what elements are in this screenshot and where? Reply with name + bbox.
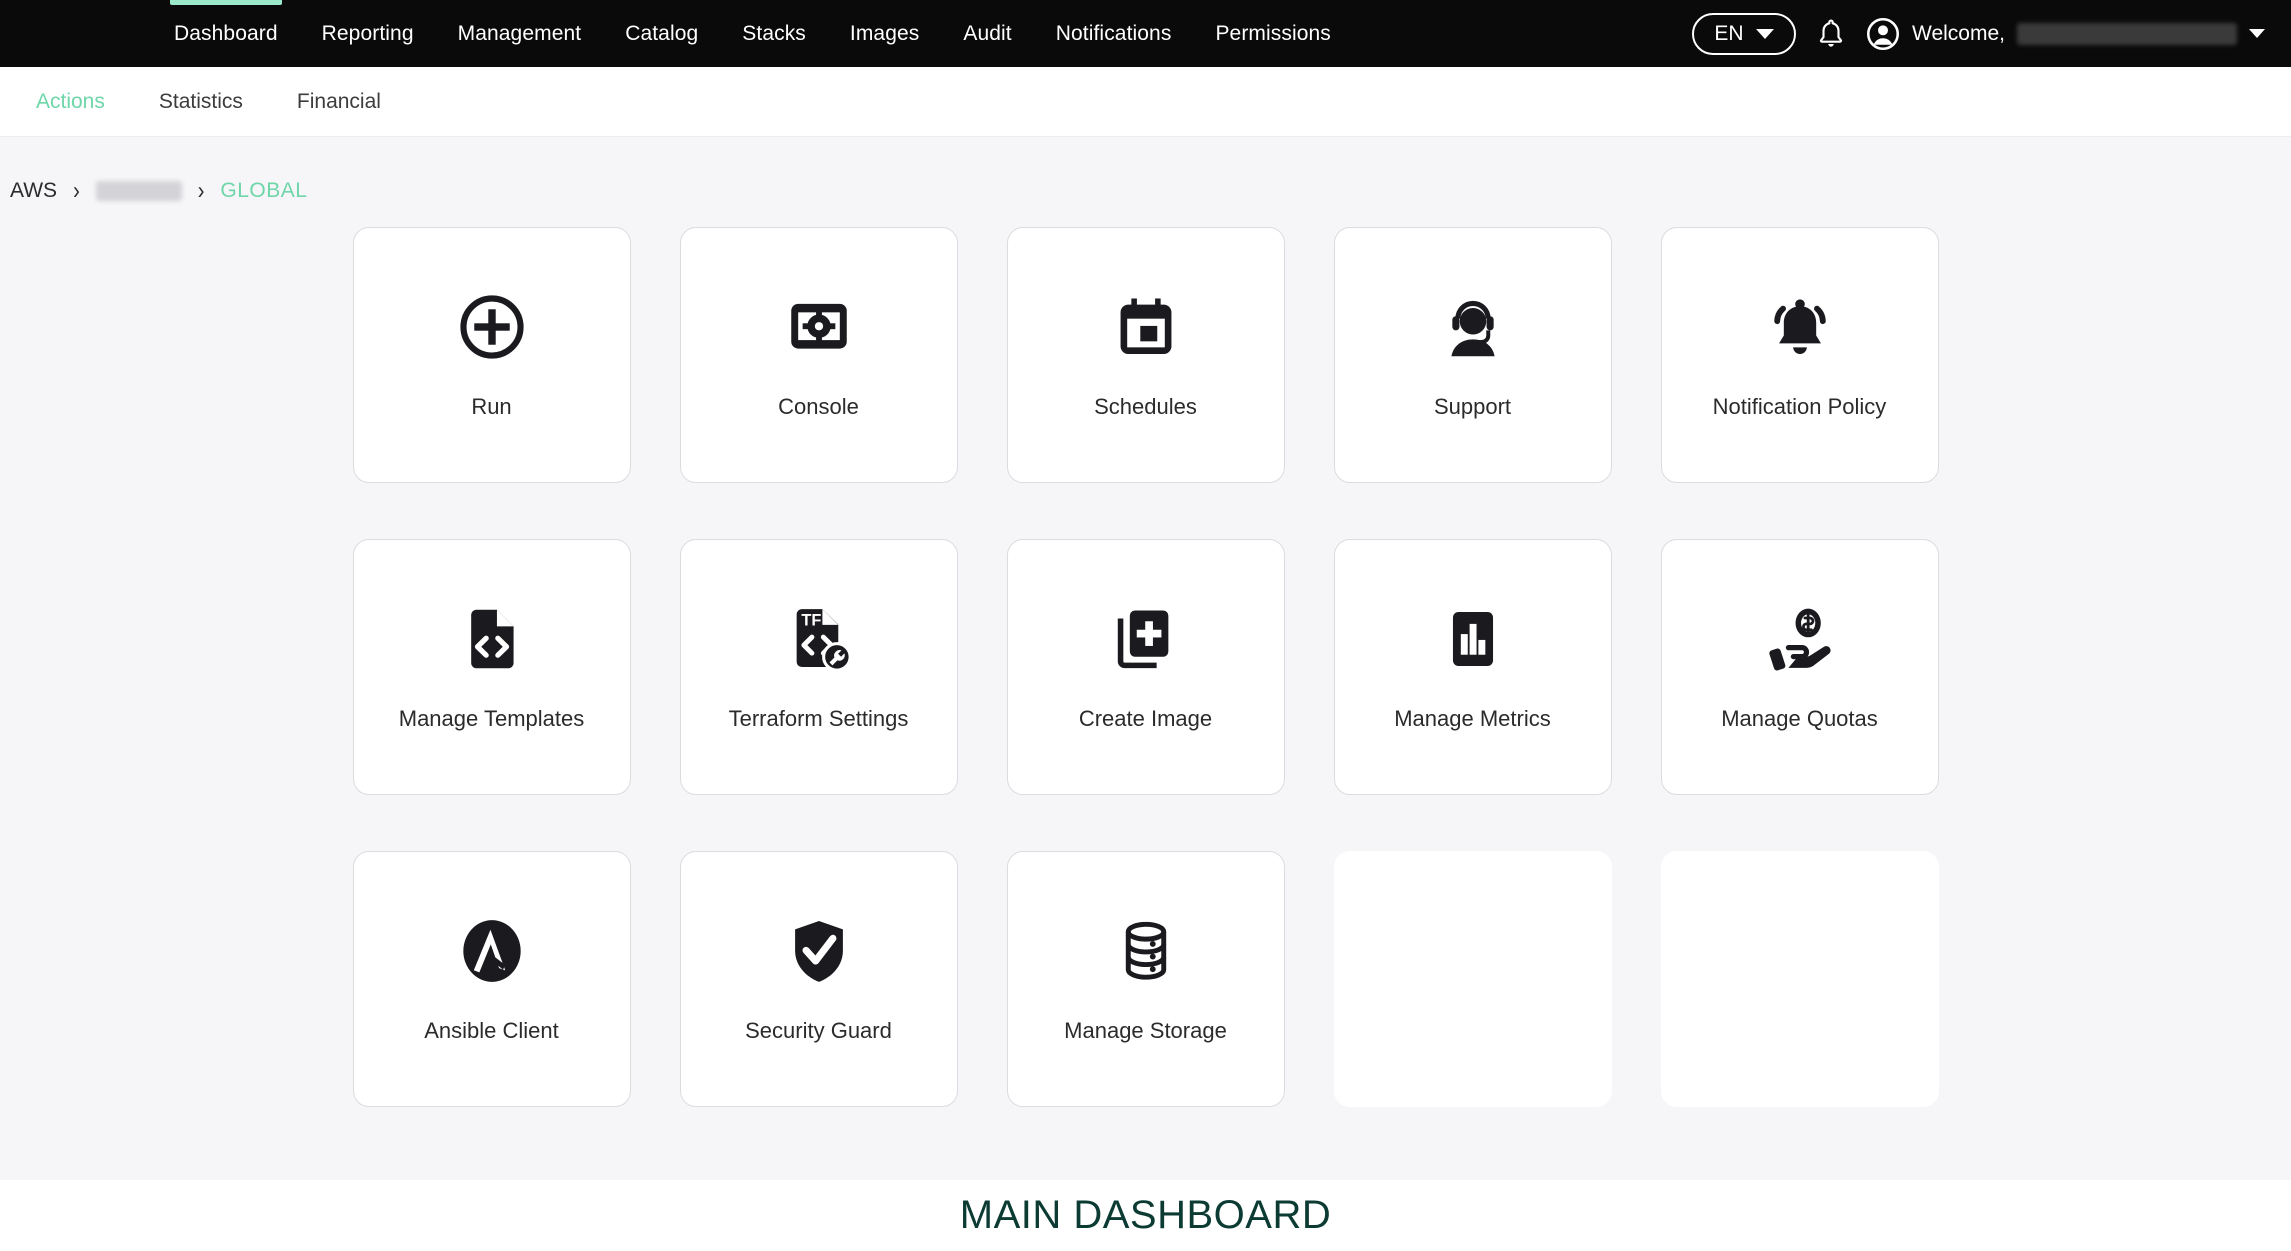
page-caption: MAIN DASHBOARD bbox=[0, 1180, 2291, 1251]
language-selector[interactable]: EN bbox=[1692, 12, 1797, 55]
chevron-down-icon bbox=[1755, 28, 1774, 39]
top-nav-item-label: Notifications bbox=[1055, 21, 1172, 45]
top-nav-item-label: Images bbox=[849, 21, 920, 45]
dashboard-card-run[interactable]: Run bbox=[352, 227, 631, 483]
breadcrumb: AWS › › GLOBAL bbox=[0, 137, 2291, 205]
headset-agent-icon bbox=[1436, 290, 1510, 364]
top-nav-item-stacks[interactable]: Stacks bbox=[720, 0, 828, 67]
breadcrumb-separator: › bbox=[73, 176, 80, 205]
dashboard-card-manage-metrics[interactable]: Manage Metrics bbox=[1333, 539, 1612, 795]
ringing-bell-icon bbox=[1763, 290, 1837, 364]
user-name-redacted bbox=[2017, 22, 2237, 45]
chevron-down-icon bbox=[2249, 29, 2265, 38]
dashboard-card-schedules[interactable]: Schedules bbox=[1006, 227, 1285, 483]
top-nav-item-dashboard[interactable]: Dashboard bbox=[152, 0, 300, 67]
dashboard-card-label: Support bbox=[1433, 394, 1512, 419]
dashboard-card-label: Ansible Client bbox=[424, 1018, 559, 1043]
svg-text:TF: TF bbox=[801, 611, 821, 629]
dashboard-card-label: Security Guard bbox=[745, 1018, 892, 1043]
dashboard-card-label: Manage Metrics bbox=[1394, 706, 1551, 731]
code-file-icon bbox=[455, 602, 529, 676]
top-nav-item-label: Management bbox=[457, 21, 582, 45]
top-nav-item-label: Stacks bbox=[742, 21, 806, 45]
database-stack-icon bbox=[1109, 914, 1183, 988]
top-nav-right-controls: EN Welcome, bbox=[1692, 12, 2291, 55]
bar-chart-icon bbox=[1436, 602, 1510, 676]
top-nav-links: Dashboard Reporting Management Catalog Stack… bbox=[152, 0, 1353, 67]
dashboard-card-label: Notification Policy bbox=[1712, 394, 1887, 419]
dashboard-card-support[interactable]: Support bbox=[1333, 227, 1612, 483]
dashboard-card-manage-storage[interactable]: Manage Storage bbox=[1006, 851, 1285, 1107]
top-nav-item-images[interactable]: Images bbox=[828, 0, 941, 67]
dashboard-card-empty bbox=[1660, 851, 1939, 1107]
dashboard-card-label: Manage Templates bbox=[398, 706, 585, 731]
plus-circle-icon bbox=[455, 290, 529, 364]
top-nav-item-label: Audit bbox=[963, 21, 1012, 45]
dashboard-card-ansible-client[interactable]: Ansible Client bbox=[352, 851, 631, 1107]
dashboard-card-manage-quotas[interactable]: Manage Quotas bbox=[1660, 539, 1939, 795]
dashboard-card-label: Create Image bbox=[1078, 706, 1213, 731]
top-nav-item-management[interactable]: Management bbox=[436, 0, 604, 67]
dashboard-card-manage-templates[interactable]: Manage Templates bbox=[352, 539, 631, 795]
top-nav-item-catalog[interactable]: Catalog bbox=[603, 0, 720, 67]
dashboard-card-label: Schedules bbox=[1094, 394, 1197, 419]
dashboard-card-label: Manage Quotas bbox=[1721, 706, 1878, 731]
secondary-navigation-bar: Actions Statistics Financial bbox=[0, 67, 2291, 137]
top-nav-item-audit[interactable]: Audit bbox=[941, 0, 1033, 67]
dashboard-cards-grid: Run Console Schedules Support Notification P… bbox=[352, 227, 1939, 1107]
subnav-item-actions[interactable]: Actions bbox=[14, 82, 127, 122]
breadcrumb-item-redacted[interactable] bbox=[95, 181, 182, 201]
subnav-item-statistics[interactable]: Statistics bbox=[137, 82, 265, 122]
terraform-file-wrench-icon: TF bbox=[782, 602, 856, 676]
dashboard-card-console[interactable]: Console bbox=[679, 227, 958, 483]
top-nav-item-notifications[interactable]: Notifications bbox=[1034, 0, 1194, 67]
top-nav-item-label: Permissions bbox=[1215, 21, 1331, 45]
dashboard-card-label: Run bbox=[471, 394, 512, 419]
main-content-area: AWS › › GLOBAL Run Console Schedules Support No… bbox=[0, 137, 2291, 1250]
dashboard-card-label: Terraform Settings bbox=[728, 706, 909, 731]
breadcrumb-item-global[interactable]: GLOBAL bbox=[220, 179, 307, 203]
subnav-item-financial[interactable]: Financial bbox=[275, 82, 403, 122]
top-nav-item-label: Reporting bbox=[321, 21, 414, 45]
dashboard-card-notification-policy[interactable]: Notification Policy bbox=[1660, 227, 1939, 483]
copy-plus-icon bbox=[1109, 602, 1183, 676]
breadcrumb-item-aws[interactable]: AWS bbox=[10, 179, 57, 203]
dashboard-card-security-guard[interactable]: Security Guard bbox=[679, 851, 958, 1107]
dashboard-card-label: Manage Storage bbox=[1064, 1018, 1227, 1043]
notifications-bell-button[interactable] bbox=[1816, 17, 1846, 51]
bell-icon bbox=[1819, 18, 1843, 47]
top-navigation-bar: Dashboard Reporting Management Catalog Stack… bbox=[0, 0, 2291, 67]
top-nav-item-permissions[interactable]: Permissions bbox=[1193, 0, 1352, 67]
breadcrumb-separator: › bbox=[197, 176, 205, 205]
top-nav-item-label: Catalog bbox=[625, 21, 699, 45]
dashboard-card-label: Console bbox=[778, 394, 859, 419]
user-avatar-icon bbox=[1867, 17, 1900, 50]
language-selector-label: EN bbox=[1714, 21, 1744, 45]
shield-check-icon bbox=[782, 914, 856, 988]
calendar-icon bbox=[1109, 290, 1183, 364]
dashboard-card-empty bbox=[1333, 851, 1612, 1107]
dashboard-card-create-image[interactable]: Create Image bbox=[1006, 539, 1285, 795]
top-nav-item-label: Dashboard bbox=[174, 21, 278, 45]
welcome-label: Welcome, bbox=[1912, 21, 2005, 45]
hand-coin-icon bbox=[1763, 602, 1837, 676]
monitor-gear-icon bbox=[782, 290, 856, 364]
user-menu[interactable]: Welcome, bbox=[1866, 17, 2265, 51]
dashboard-cards-section: Run Console Schedules Support Notification P… bbox=[0, 227, 2291, 1107]
top-nav-item-reporting[interactable]: Reporting bbox=[300, 0, 436, 67]
dashboard-card-terraform-settings[interactable]: TF Terraform Settings bbox=[679, 539, 958, 795]
ansible-logo-icon bbox=[455, 914, 529, 988]
